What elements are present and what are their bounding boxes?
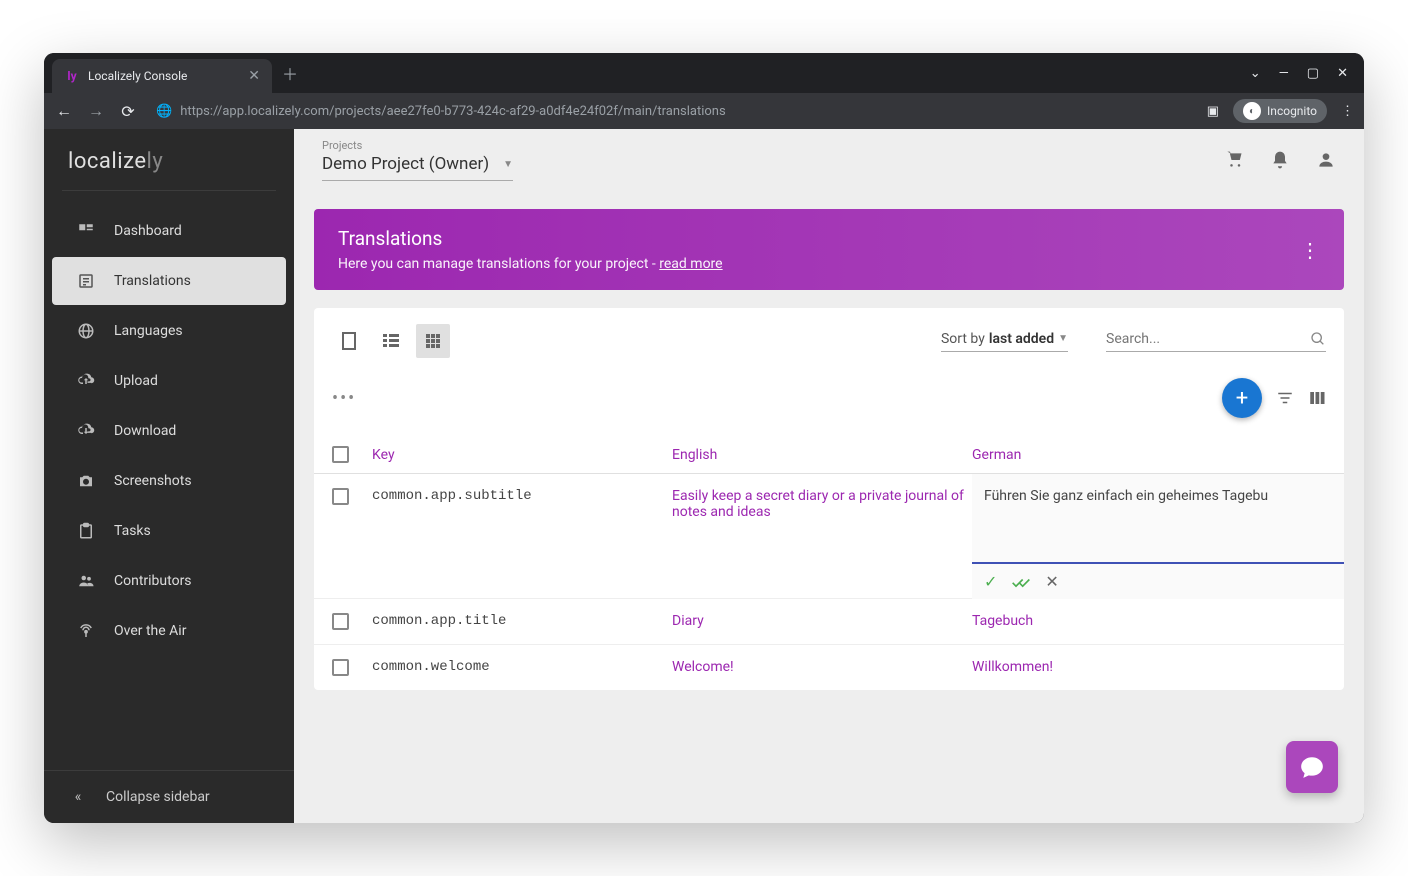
sidebar-item-label: Contributors bbox=[114, 573, 192, 589]
url-text[interactable]: https://app.localizely.com/projects/aee2… bbox=[180, 104, 726, 119]
reload-button[interactable]: ⟳ bbox=[118, 102, 138, 121]
camera-icon bbox=[76, 471, 96, 491]
browser-tab[interactable]: ly Localizely Console ✕ bbox=[52, 59, 272, 93]
project-selector[interactable]: Demo Project (Owner) ▼ bbox=[322, 152, 513, 181]
tasks-icon bbox=[76, 521, 96, 541]
confirm-edit-button[interactable]: ✓ bbox=[984, 572, 997, 591]
sidebar-item-contributors[interactable]: Contributors bbox=[52, 557, 286, 605]
close-window-button[interactable]: ✕ bbox=[1337, 66, 1348, 81]
columns-icon[interactable] bbox=[1308, 389, 1326, 407]
row-checkbox[interactable] bbox=[332, 488, 349, 505]
cell-english[interactable]: Welcome! bbox=[672, 659, 972, 675]
chevron-down-icon[interactable]: ⌄ bbox=[1250, 66, 1261, 81]
cell-english[interactable]: Diary bbox=[672, 613, 972, 629]
filter-icon[interactable] bbox=[1276, 389, 1294, 407]
sidebar-item-ota[interactable]: Over the Air bbox=[52, 607, 286, 655]
cell-key[interactable]: common.app.title bbox=[372, 613, 672, 629]
sidebar-item-upload[interactable]: Upload bbox=[52, 357, 286, 405]
dashboard-icon bbox=[76, 221, 96, 241]
close-tab-button[interactable]: ✕ bbox=[248, 68, 260, 84]
view-list-button[interactable] bbox=[374, 324, 408, 358]
lock-icon: 🌐 bbox=[156, 104, 172, 119]
caret-down-icon: ▼ bbox=[503, 159, 513, 170]
maximize-button[interactable]: ▢ bbox=[1307, 66, 1319, 81]
minimize-button[interactable]: ― bbox=[1279, 66, 1289, 81]
search-icon[interactable] bbox=[1310, 331, 1326, 347]
upload-icon bbox=[76, 371, 96, 391]
forward-button[interactable]: → bbox=[86, 101, 106, 121]
column-header-key[interactable]: Key bbox=[372, 447, 672, 463]
logo: localizely bbox=[44, 129, 294, 190]
search-input[interactable] bbox=[1106, 331, 1310, 347]
read-more-link[interactable]: read more bbox=[659, 256, 722, 272]
view-grid-button[interactable] bbox=[416, 324, 450, 358]
translations-icon bbox=[76, 271, 96, 291]
sidebar-item-label: Upload bbox=[114, 373, 158, 389]
user-icon[interactable] bbox=[1316, 150, 1336, 170]
sidebar-item-translations[interactable]: Translations bbox=[52, 257, 286, 305]
view-single-button[interactable] bbox=[332, 324, 366, 358]
sidebar-item-languages[interactable]: Languages bbox=[52, 307, 286, 355]
download-icon bbox=[76, 421, 96, 441]
sidebar-item-label: Dashboard bbox=[114, 223, 182, 239]
cell-german[interactable]: Tagebuch bbox=[972, 613, 1326, 629]
tab-title: Localizely Console bbox=[88, 69, 240, 83]
bell-icon[interactable] bbox=[1270, 150, 1290, 170]
sidebar-item-dashboard[interactable]: Dashboard bbox=[52, 207, 286, 255]
cell-key[interactable]: common.app.subtitle bbox=[372, 488, 672, 598]
add-button[interactable]: + bbox=[1222, 378, 1262, 418]
column-header-german[interactable]: German bbox=[972, 447, 1326, 463]
incognito-icon: ◐ bbox=[1243, 102, 1261, 120]
incognito-badge: ◐ Incognito bbox=[1233, 99, 1327, 123]
new-tab-button[interactable]: ＋ bbox=[282, 61, 298, 85]
sidebar-item-label: Languages bbox=[114, 323, 183, 339]
table-row: common.welcome Welcome! Willkommen! bbox=[314, 645, 1344, 690]
german-editor-input[interactable]: Führen Sie ganz einfach ein geheimes Tag… bbox=[972, 474, 1344, 564]
cell-english[interactable]: Easily keep a secret diary or a private … bbox=[672, 488, 972, 598]
banner-menu-button[interactable]: ⋮ bbox=[1300, 238, 1320, 262]
favicon-icon: ly bbox=[64, 68, 80, 84]
sidebar-item-label: Download bbox=[114, 423, 176, 439]
sidebar-item-label: Screenshots bbox=[114, 473, 192, 489]
banner: Translations Here you can manage transla… bbox=[314, 209, 1344, 290]
globe-icon bbox=[76, 321, 96, 341]
sidebar-item-label: Tasks bbox=[114, 523, 151, 539]
back-button[interactable]: ← bbox=[54, 101, 74, 121]
caret-down-icon: ▼ bbox=[1058, 333, 1068, 344]
collapse-sidebar-button[interactable]: « Collapse sidebar bbox=[44, 770, 294, 823]
column-header-english[interactable]: English bbox=[672, 447, 972, 463]
cart-icon[interactable] bbox=[1224, 150, 1244, 170]
sort-selector[interactable]: Sort by last added ▼ bbox=[941, 331, 1068, 352]
table-row: common.app.subtitle Easily keep a secret… bbox=[314, 474, 1344, 599]
table-row: common.app.title Diary Tagebuch bbox=[314, 599, 1344, 645]
sidebar-item-tasks[interactable]: Tasks bbox=[52, 507, 286, 555]
cell-german[interactable]: Willkommen! bbox=[972, 659, 1326, 675]
banner-title: Translations bbox=[338, 227, 723, 250]
cancel-edit-button[interactable]: ✕ bbox=[1045, 572, 1058, 591]
confirm-all-button[interactable] bbox=[1011, 575, 1031, 589]
browser-menu-button[interactable]: ⋮ bbox=[1341, 104, 1354, 119]
select-all-checkbox[interactable] bbox=[332, 446, 349, 463]
sidebar-item-label: Over the Air bbox=[114, 623, 186, 639]
sidebar-item-label: Translations bbox=[114, 273, 191, 289]
chevron-left-icon: « bbox=[68, 787, 88, 807]
antenna-icon bbox=[76, 621, 96, 641]
people-icon bbox=[76, 571, 96, 591]
extensions-icon[interactable]: ▣ bbox=[1207, 104, 1219, 119]
row-checkbox[interactable] bbox=[332, 659, 349, 676]
more-actions-button[interactable]: ••• bbox=[332, 388, 356, 409]
sidebar-item-download[interactable]: Download bbox=[52, 407, 286, 455]
chat-button[interactable] bbox=[1286, 741, 1338, 793]
sidebar-item-screenshots[interactable]: Screenshots bbox=[52, 457, 286, 505]
projects-label: Projects bbox=[322, 139, 513, 152]
row-checkbox[interactable] bbox=[332, 613, 349, 630]
cell-key[interactable]: common.welcome bbox=[372, 659, 672, 675]
